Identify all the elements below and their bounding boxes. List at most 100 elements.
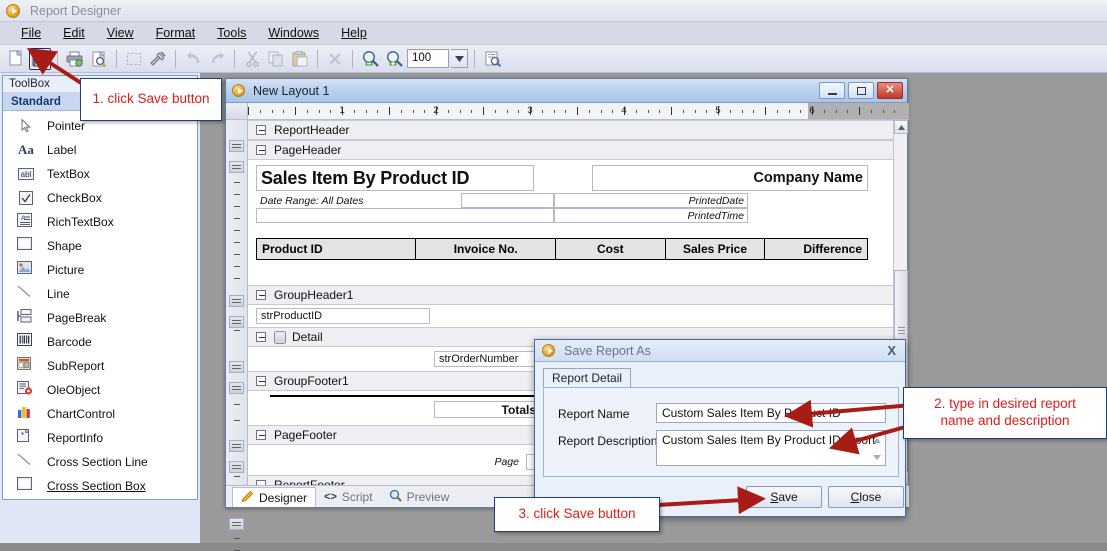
report-description-input[interactable]: Custom Sales Item By Product ID report: [656, 430, 886, 466]
toolbox-item-shape[interactable]: Shape: [3, 234, 197, 258]
copy-icon[interactable]: [265, 48, 287, 70]
vertical-ruler-band-marker[interactable]: [229, 461, 244, 473]
print-preview-icon[interactable]: [88, 48, 110, 70]
toolbar-separator: [474, 49, 475, 68]
toolbox-item-cross-section-box[interactable]: Cross Section Box: [3, 474, 197, 498]
delete-icon[interactable]: [324, 48, 346, 70]
page-label-control[interactable]: Page: [466, 454, 522, 470]
dialog-save-button[interactable]: Save: [746, 486, 822, 508]
collapse-icon[interactable]: [256, 430, 266, 440]
undo-icon[interactable]: [182, 48, 204, 70]
vertical-ruler-band-marker[interactable]: [229, 361, 244, 373]
annotation-step-2-line1: 2. type in desired report: [934, 396, 1076, 412]
minimize-button[interactable]: [819, 82, 845, 99]
menu-windows[interactable]: Windows: [257, 24, 330, 42]
vertical-ruler-band-marker[interactable]: [229, 440, 244, 452]
company-name-control[interactable]: Company Name: [592, 165, 868, 191]
collapse-icon[interactable]: [256, 290, 266, 300]
tab-preview[interactable]: Preview: [381, 487, 458, 507]
band-header-reportheader[interactable]: ReportHeader: [248, 120, 893, 140]
band-label: Detail: [292, 330, 323, 344]
menu-view[interactable]: View: [96, 24, 145, 42]
menu-format[interactable]: Format: [145, 24, 207, 42]
detail-field-order-number[interactable]: strOrderNumber: [434, 351, 542, 367]
toolbar-separator: [57, 49, 58, 68]
redo-icon[interactable]: [206, 48, 228, 70]
zoom-in-icon[interactable]: [383, 48, 405, 70]
collapse-icon[interactable]: [256, 125, 266, 135]
dialog-close-button[interactable]: Close: [828, 486, 904, 508]
dialog-tab-report-detail[interactable]: Report Detail: [543, 368, 632, 387]
totals-label-control[interactable]: Totals:: [434, 401, 544, 418]
toolbox-item-reportinfo[interactable]: * ReportInfo: [3, 426, 197, 450]
vertical-ruler-tick: [234, 404, 240, 405]
date-range-spacer[interactable]: [461, 193, 554, 208]
spinner-down-icon[interactable]: [869, 449, 884, 465]
zoom-input[interactable]: 100: [407, 49, 449, 68]
band-header-pageheader[interactable]: PageHeader: [248, 140, 893, 160]
tab-script[interactable]: <> Script: [316, 487, 381, 507]
svg-text:A: A: [21, 215, 26, 222]
toolbox-item-line[interactable]: Line: [3, 282, 197, 306]
report-title-control[interactable]: Sales Item By Product ID: [256, 165, 534, 191]
save-icon[interactable]: [29, 47, 51, 70]
vertical-ruler-band-marker[interactable]: [229, 316, 244, 328]
printed-time-control[interactable]: PrintedTime: [554, 208, 748, 223]
zoom-out-icon[interactable]: [359, 48, 381, 70]
close-icon: ✕: [885, 84, 895, 96]
printed-date-control[interactable]: PrintedDate: [554, 193, 748, 208]
page-setup-icon[interactable]: [481, 48, 503, 70]
menu-help[interactable]: Help: [330, 24, 378, 42]
new-icon[interactable]: [5, 48, 27, 70]
tools-icon[interactable]: [147, 48, 169, 70]
print-icon[interactable]: [64, 48, 86, 70]
collapse-icon[interactable]: [256, 145, 266, 155]
ruler-tick: [471, 110, 473, 113]
menu-edit[interactable]: Edit: [52, 24, 96, 42]
toolbox-item-barcode[interactable]: Barcode: [3, 330, 197, 354]
vertical-ruler-band-marker[interactable]: [229, 295, 244, 307]
toolbox-item-textbox[interactable]: abl TextBox: [3, 162, 197, 186]
zoom-dropdown-icon[interactable]: [451, 49, 468, 68]
collapse-icon[interactable]: [256, 332, 266, 342]
subtitle-spacer[interactable]: [256, 208, 554, 223]
cut-icon[interactable]: [241, 48, 263, 70]
description-scroll-spinner[interactable]: [869, 432, 884, 465]
toolbox-item-pagebreak[interactable]: PageBreak: [3, 306, 197, 330]
band-header-groupheader1[interactable]: GroupHeader1: [248, 285, 893, 305]
toolbox-item-checkbox[interactable]: CheckBox: [3, 186, 197, 210]
tab-designer[interactable]: Designer: [232, 487, 317, 507]
annotation-step-2-line2: name and description: [940, 413, 1070, 428]
toolbox-item-chartcontrol[interactable]: ChartControl: [3, 402, 197, 426]
vertical-ruler-band-marker[interactable]: [229, 140, 244, 152]
paste-icon[interactable]: [289, 48, 311, 70]
menu-file[interactable]: File: [10, 24, 52, 42]
select-area-icon[interactable]: [123, 48, 145, 70]
layout-window-title-bar[interactable]: New Layout 1 ✕: [226, 79, 907, 103]
toolbox-item-richtextbox[interactable]: A RichTextBox: [3, 210, 197, 234]
toolbox-item-label[interactable]: Aa Label: [3, 138, 197, 162]
vertical-ruler-band-marker[interactable]: [229, 161, 244, 173]
report-name-input[interactable]: Custom Sales Item By Product ID: [656, 403, 886, 423]
dialog-close-icon[interactable]: X: [887, 343, 896, 358]
dialog-title-bar[interactable]: Save Report As X: [535, 340, 905, 362]
menu-tools[interactable]: Tools: [206, 24, 257, 42]
vertical-ruler-band-marker[interactable]: [229, 518, 244, 530]
vertical-ruler-tick: [234, 278, 240, 279]
toolbox-item-label: TextBox: [47, 167, 90, 181]
band-label: GroupHeader1: [274, 288, 354, 302]
vertical-ruler-band-marker[interactable]: [229, 382, 244, 394]
toolbox-item-oleobject[interactable]: OleObject: [3, 378, 197, 402]
toolbox-item-subreport[interactable]: SubReport: [3, 354, 197, 378]
collapse-icon[interactable]: [256, 376, 266, 386]
pointer-icon: [17, 117, 35, 135]
toolbox-item-picture[interactable]: Picture: [3, 258, 197, 282]
column-header-band[interactable]: Product ID Invoice No. Cost Sales Price …: [256, 238, 868, 260]
close-button[interactable]: ✕: [877, 82, 903, 99]
group-field-control[interactable]: strProductID: [256, 308, 430, 324]
date-range-control[interactable]: Date Range: All Dates: [256, 193, 461, 208]
spinner-up-icon[interactable]: [869, 432, 884, 449]
toolbox-item-cross-section-line[interactable]: Cross Section Line: [3, 450, 197, 474]
maximize-button[interactable]: [848, 82, 874, 99]
scroll-up-icon[interactable]: [894, 120, 908, 134]
